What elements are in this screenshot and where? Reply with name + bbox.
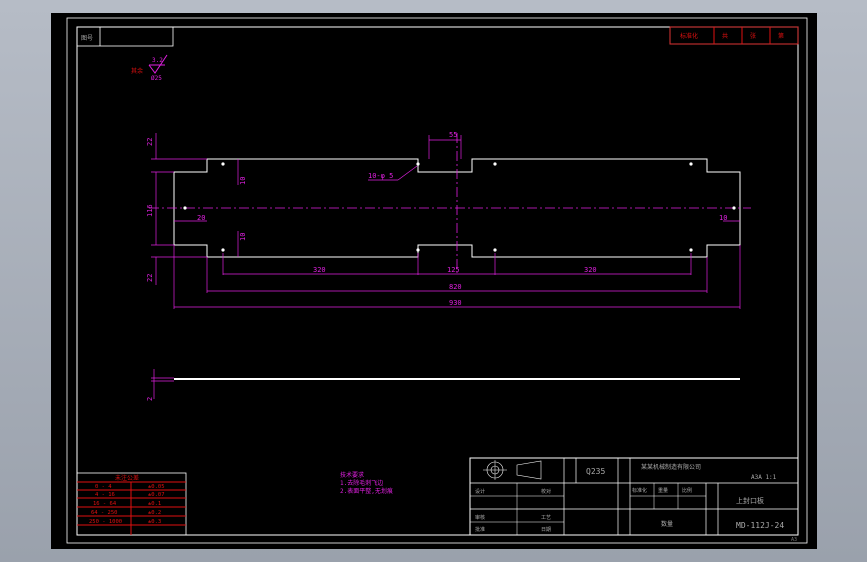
title-label: 校对	[541, 488, 551, 495]
dim-length-total: 930	[449, 299, 462, 307]
dim-right-offset: 10	[719, 214, 727, 222]
dim-height-top: 22	[146, 138, 154, 146]
dim-span-right: 320	[584, 266, 597, 274]
title-company: 某某机械制造有限公司	[641, 463, 701, 471]
hole	[689, 162, 693, 166]
hole	[416, 248, 420, 252]
top-right-cell-4: 第	[778, 32, 784, 40]
title-part-name: 上封口板	[736, 496, 764, 505]
top-left-box-cell: 图号	[81, 35, 93, 42]
title-label: 标准化	[632, 487, 647, 494]
title-label: 重量	[658, 487, 668, 494]
title-drawing-no: MD-112J-24	[736, 521, 784, 530]
side-view: 2	[146, 369, 740, 401]
top-right-box: 标准化 共 张 第	[669, 26, 799, 45]
hole	[689, 248, 693, 252]
hole	[493, 248, 497, 252]
dim-span-holes: 820	[449, 283, 462, 291]
top-right-cell-2: 共	[722, 32, 728, 40]
holes	[183, 162, 736, 252]
top-right-cell-1: 标准化	[680, 32, 698, 40]
tolerance-value: ±0.2	[148, 510, 161, 516]
corner-text: A3	[791, 537, 797, 543]
tolerance-range: 4 - 16	[95, 492, 115, 498]
tolerance-range: 0 - 4	[95, 484, 112, 490]
title-label: 日期	[541, 527, 551, 533]
title-label: 审核	[475, 514, 485, 521]
tolerance-range: 16 - 64	[93, 501, 117, 507]
tolerance-range: 64 - 250	[91, 510, 118, 516]
hole	[732, 206, 736, 210]
tolerance-value: ±0.3	[148, 519, 161, 525]
dim-span-left: 320	[313, 266, 326, 274]
roughness-value-2: Ø25	[151, 75, 162, 82]
title-label: 工艺	[541, 515, 551, 521]
cad-viewport[interactable]: 图号 标准化 共 张 第 其余 3.2 Ø25 55 10-φ 5 20 10 …	[51, 13, 817, 549]
tolerance-table: 未注公差 0 - 4 ±0.05 4 - 16 ±0.07 16 - 64 ±0…	[76, 472, 187, 536]
dim-height-bottom: 22	[146, 274, 154, 282]
tolerance-value: ±0.1	[148, 501, 161, 507]
dim-height-total: 116	[146, 204, 154, 217]
dim-holes-note: 10-φ 5	[368, 172, 393, 180]
roughness-prefix: 其余	[131, 67, 143, 75]
hole	[416, 162, 420, 166]
drawing-frame	[76, 26, 799, 536]
hole	[493, 162, 497, 166]
top-left-box: 图号	[76, 26, 174, 47]
dim-thickness: 2	[146, 397, 154, 401]
technical-notes: 技术要求 1.去除毛刺飞边 2.表面平整,无划痕	[340, 471, 393, 495]
title-label: 设计	[475, 488, 485, 495]
dim-left-offset: 20	[197, 214, 205, 222]
dim-span-center: 125	[447, 266, 460, 274]
hole	[221, 162, 225, 166]
drawing-sheet: 图号 标准化 共 张 第 其余 3.2 Ø25 55 10-φ 5 20 10 …	[66, 17, 808, 544]
title-block: Q235 某某机械制造有限公司 A3A 1:1 上封口板 MD-112J-24 …	[469, 457, 799, 536]
hole	[221, 248, 225, 252]
title-scale: A3A 1:1	[751, 474, 777, 481]
notes-line-2: 2.表面平整,无划痕	[340, 487, 393, 495]
title-label: 批准	[475, 526, 485, 533]
notes-line-1: 1.去除毛刺飞边	[340, 479, 383, 487]
projection-symbol-icon	[483, 460, 542, 480]
tolerance-value: ±0.05	[148, 484, 165, 490]
surface-roughness-symbol: 其余 3.2 Ø25	[131, 54, 168, 82]
title-label: 比例	[682, 487, 692, 494]
dim-hole-vertical-2: 10	[239, 233, 247, 241]
title-material: Q235	[586, 467, 605, 476]
tolerance-value: ±0.07	[148, 492, 165, 498]
dim-slot-width: 55	[449, 131, 457, 139]
top-right-cell-3: 张	[750, 32, 756, 40]
dimensions: 55 10-φ 5 20 10 10 10 22 116 22 320 125 …	[146, 131, 741, 309]
dim-hole-vertical-1: 10	[239, 177, 247, 185]
notes-title: 技术要求	[340, 471, 364, 479]
tolerance-title: 未注公差	[115, 474, 139, 482]
tolerance-range: 250 - 1000	[89, 519, 122, 525]
title-label: 数量	[661, 520, 673, 528]
hole	[183, 206, 187, 210]
